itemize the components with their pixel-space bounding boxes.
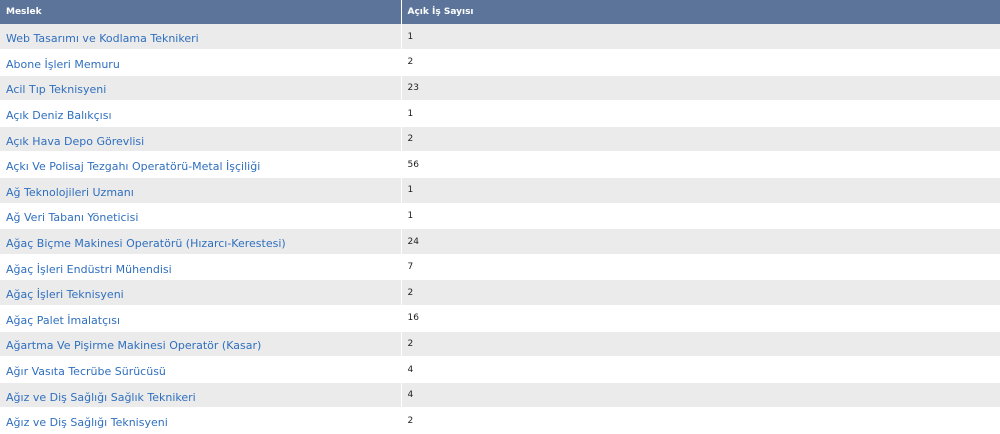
open-jobs-count: 2 <box>401 331 1000 358</box>
occupation-link[interactable]: Ağaç İşleri Teknisyeni <box>6 288 124 301</box>
table-row: Acil Tıp Teknisyeni 23 <box>0 75 1000 102</box>
table-row: Ağaç İşleri Endüstri Mühendisi 7 <box>0 254 1000 281</box>
table-row: Ağartma Ve Pişirme Makinesi Operatör (Ka… <box>0 331 1000 358</box>
occupation-cell: Ağaç İşleri Teknisyeni <box>0 279 402 307</box>
occupation-link[interactable]: Ağır Vasıta Tecrübe Sürücüsü <box>6 365 166 378</box>
table-row: Abone İşleri Memuru 2 <box>0 49 1000 76</box>
jobs-table: Meslek Açık İş Sayısı Web Tasarımı ve Ko… <box>0 0 1000 434</box>
occupation-link[interactable]: Ağız ve Diş Sağlığı Teknisyeni <box>6 416 168 429</box>
open-jobs-count: 1 <box>401 24 1000 51</box>
table-row: Ağ Teknolojileri Uzmanı 1 <box>0 177 1000 204</box>
occupation-link[interactable]: Ağaç Biçme Makinesi Operatörü (Hızarcı-K… <box>6 237 286 250</box>
column-header-meslek[interactable]: Meslek <box>0 0 402 24</box>
occupation-link[interactable]: Abone İşleri Memuru <box>6 58 120 71</box>
occupation-link[interactable]: Açık Deniz Balıkçısı <box>6 109 112 122</box>
open-jobs-count: 1 <box>401 177 1000 204</box>
open-jobs-count: 2 <box>401 49 1000 76</box>
table-body: Web Tasarımı ve Kodlama Teknikeri 1 Abon… <box>0 24 1000 434</box>
table-row: Ağız ve Diş Sağlığı Sağlık Teknikeri 4 <box>0 382 1000 409</box>
occupation-link[interactable]: Ağ Teknolojileri Uzmanı <box>6 186 134 199</box>
occupation-cell: Ağ Veri Tabanı Yöneticisi <box>0 203 402 230</box>
table-row: Ağaç Palet İmalatçısı 16 <box>0 305 1000 332</box>
occupation-cell: Ağız ve Diş Sağlığı Sağlık Teknikeri <box>0 382 402 409</box>
table-row: Ağız ve Diş Sağlığı Teknisyeni 2 <box>0 407 1000 434</box>
occupation-link[interactable]: Ağız ve Diş Sağlığı Sağlık Teknikeri <box>6 391 196 404</box>
table-row: Açık Deniz Balıkçısı 1 <box>0 100 1000 127</box>
open-jobs-count: 16 <box>401 305 1000 332</box>
occupation-cell: Ağ Teknolojileri Uzmanı <box>0 177 402 204</box>
occupation-link[interactable]: Açkı Ve Polisaj Tezgahı Operatörü-Metal … <box>6 160 260 173</box>
open-jobs-count: 2 <box>401 407 1000 434</box>
open-jobs-count: 7 <box>401 254 1000 281</box>
occupation-cell: Ağaç Palet İmalatçısı <box>0 305 402 332</box>
occupation-cell: Ağartma Ve Pişirme Makinesi Operatör (Ka… <box>0 331 402 358</box>
occupation-cell: Abone İşleri Memuru <box>0 49 402 76</box>
open-jobs-count: 4 <box>401 382 1000 409</box>
occupation-cell: Açkı Ve Polisaj Tezgahı Operatörü-Metal … <box>0 151 402 179</box>
open-jobs-count: 4 <box>401 356 1000 383</box>
occupation-link[interactable]: Ağartma Ve Pişirme Makinesi Operatör (Ka… <box>6 339 261 352</box>
open-jobs-count: 1 <box>401 100 1000 127</box>
table-row: Açık Hava Depo Görevlisi 2 <box>0 126 1000 153</box>
occupation-link[interactable]: Ağaç Palet İmalatçısı <box>6 314 120 327</box>
occupation-link[interactable]: Ağaç İşleri Endüstri Mühendisi <box>6 263 172 276</box>
table-row: Ağaç İşleri Teknisyeni 2 <box>0 279 1000 307</box>
open-jobs-count: 1 <box>401 203 1000 230</box>
occupation-link[interactable]: Acil Tıp Teknisyeni <box>6 83 106 96</box>
table-row: Ağır Vasıta Tecrübe Sürücüsü 4 <box>0 356 1000 383</box>
table-header-row: Meslek Açık İş Sayısı <box>0 0 1000 24</box>
occupation-cell: Ağaç Biçme Makinesi Operatörü (Hızarcı-K… <box>0 228 402 255</box>
open-jobs-count: 24 <box>401 228 1000 255</box>
occupation-link[interactable]: Web Tasarımı ve Kodlama Teknikeri <box>6 32 199 45</box>
occupation-cell: Acil Tıp Teknisyeni <box>0 75 402 102</box>
occupation-cell: Açık Deniz Balıkçısı <box>0 100 402 127</box>
occupation-cell: Açık Hava Depo Görevlisi <box>0 126 402 153</box>
occupation-cell: Ağaç İşleri Endüstri Mühendisi <box>0 254 402 281</box>
column-header-acik-is-sayisi[interactable]: Açık İş Sayısı <box>401 0 1000 24</box>
table-row: Ağaç Biçme Makinesi Operatörü (Hızarcı-K… <box>0 228 1000 255</box>
open-jobs-count: 23 <box>401 75 1000 102</box>
occupation-cell: Ağır Vasıta Tecrübe Sürücüsü <box>0 356 402 383</box>
occupation-cell: Ağız ve Diş Sağlığı Teknisyeni <box>0 407 402 434</box>
open-jobs-count: 2 <box>401 126 1000 153</box>
table-row: Web Tasarımı ve Kodlama Teknikeri 1 <box>0 24 1000 51</box>
table-row: Ağ Veri Tabanı Yöneticisi 1 <box>0 203 1000 230</box>
occupation-link[interactable]: Ağ Veri Tabanı Yöneticisi <box>6 211 138 224</box>
table-row: Açkı Ve Polisaj Tezgahı Operatörü-Metal … <box>0 151 1000 179</box>
occupation-link[interactable]: Açık Hava Depo Görevlisi <box>6 135 144 148</box>
open-jobs-count: 56 <box>401 151 1000 179</box>
open-jobs-count: 2 <box>401 279 1000 307</box>
occupation-cell: Web Tasarımı ve Kodlama Teknikeri <box>0 24 402 51</box>
